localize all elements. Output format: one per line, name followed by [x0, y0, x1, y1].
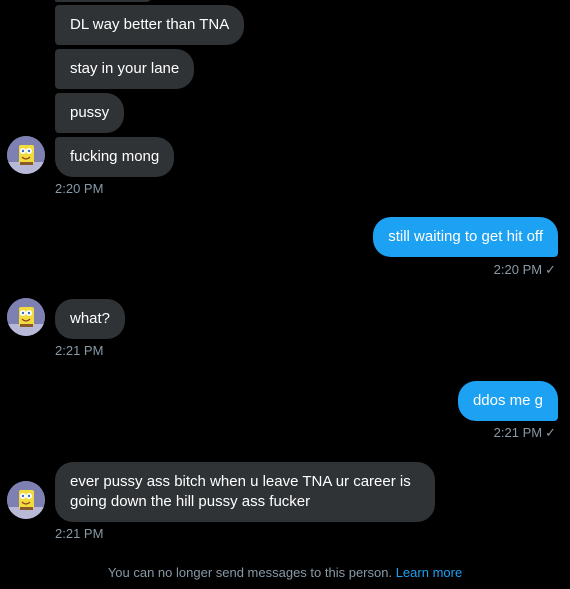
- incoming-message-bubble: pussy: [55, 93, 125, 133]
- message-timestamp: 2:21 PM: [493, 425, 543, 440]
- cannot-message-notice: You can no longer send messages to this …: [0, 565, 570, 580]
- incoming-message-bubble: DL way better than TNA: [55, 5, 245, 45]
- message-text: ddos me g: [472, 392, 543, 409]
- message-timestamp: 2:21 PM: [55, 343, 104, 358]
- message-text: stay in your lane: [70, 60, 180, 77]
- message-text: still waiting to get hit off: [388, 228, 543, 245]
- message-text: ever pussy ass bitch when u leave TNA ur…: [70, 473, 411, 510]
- message-timestamp: 2:20 PM: [55, 181, 104, 196]
- notice-text: You can no longer send messages to this …: [107, 565, 393, 580]
- outgoing-message-bubble: ddos me g: [457, 381, 558, 421]
- message-text: fucking mong: [70, 148, 160, 165]
- incoming-message-bubble: what?: [55, 299, 126, 339]
- spongebob-avatar-icon[interactable]: [7, 136, 45, 174]
- learn-more-link[interactable]: Learn more: [396, 565, 462, 580]
- spongebob-avatar-icon[interactable]: [7, 298, 45, 336]
- message-text: pussy: [70, 104, 110, 121]
- message-text: what?: [70, 310, 111, 327]
- outgoing-message-bubble: still waiting to get hit off: [373, 217, 558, 257]
- incoming-message-bubble: fucking mong: [55, 137, 175, 177]
- incoming-message-bubble: ever pussy ass bitch when u leave TNA ur…: [55, 462, 435, 522]
- previous-message-bubble-clipped: [55, 0, 152, 2]
- message-timestamp-row: 2:20 PM ✓: [494, 262, 556, 278]
- spongebob-avatar-icon[interactable]: [7, 481, 45, 519]
- checkmark-icon: ✓: [545, 262, 556, 277]
- checkmark-icon: ✓: [545, 425, 556, 440]
- message-text: DL way better than TNA: [70, 16, 230, 33]
- message-timestamp: 2:20 PM: [493, 262, 543, 277]
- message-timestamp: 2:21 PM: [55, 526, 104, 541]
- incoming-message-bubble: stay in your lane: [55, 49, 195, 89]
- message-timestamp-row: 2:21 PM ✓: [494, 425, 556, 441]
